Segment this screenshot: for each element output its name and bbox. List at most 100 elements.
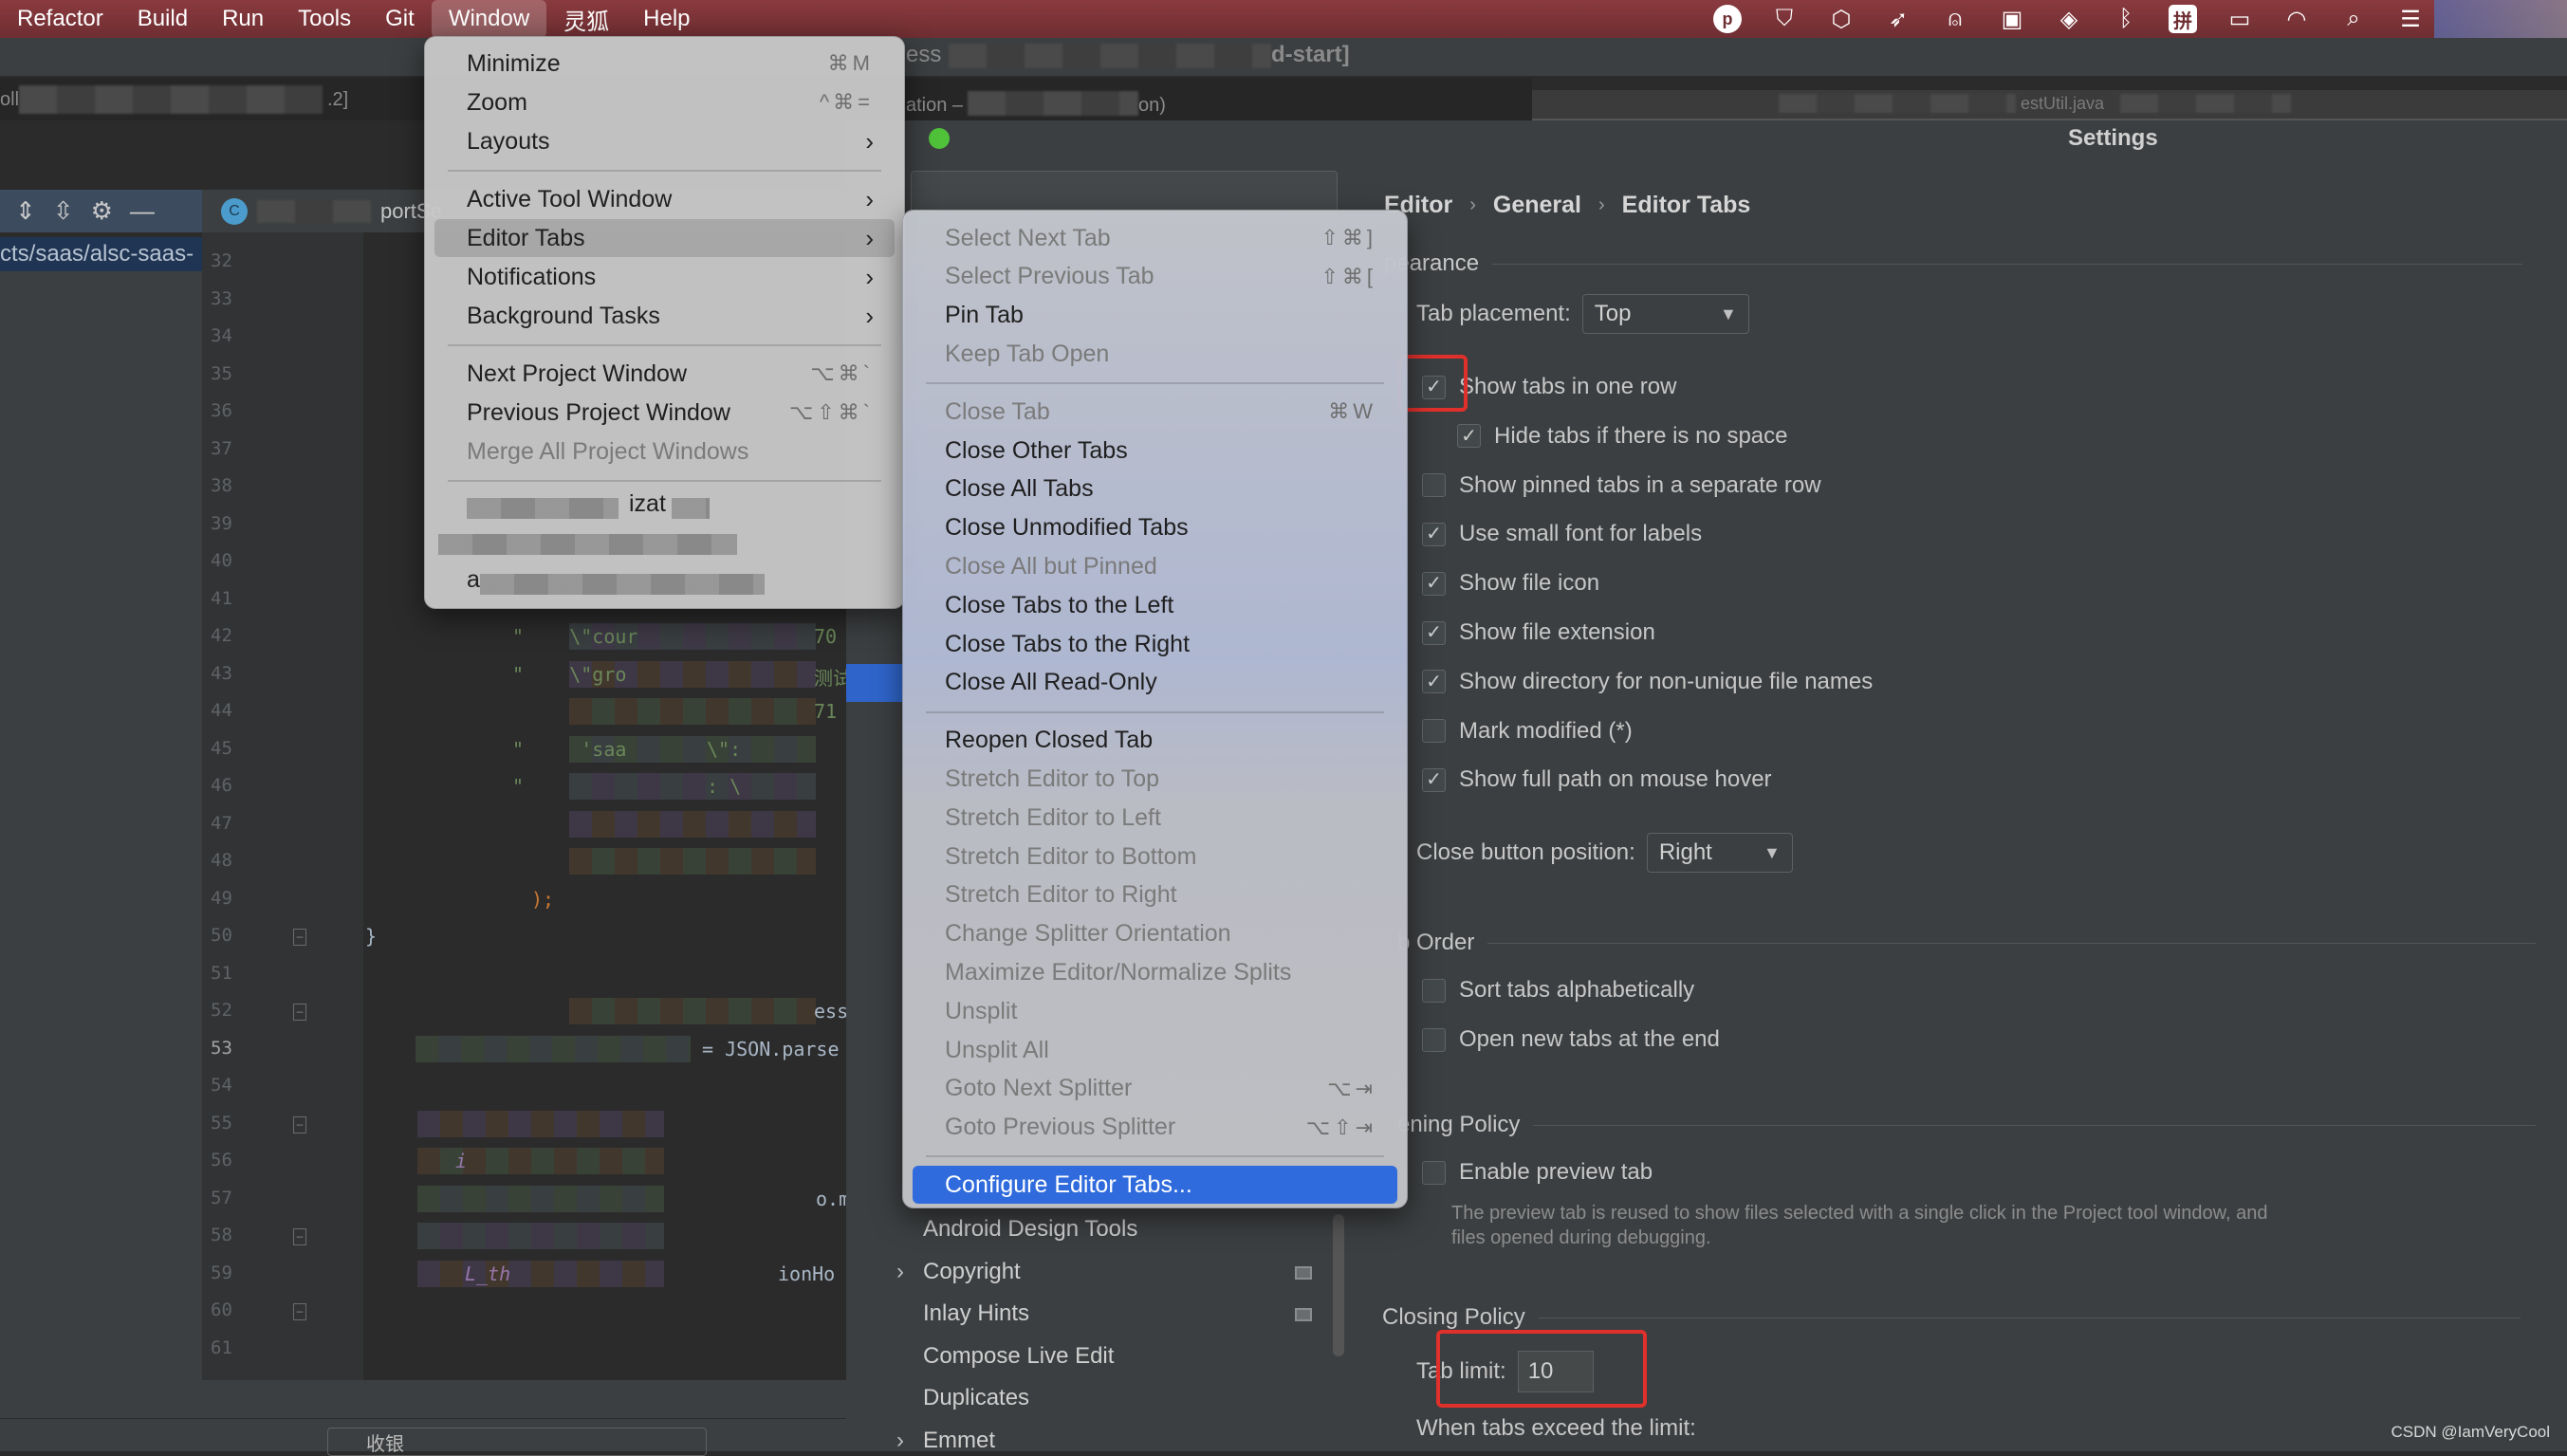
menu-item-notifications[interactable]: Notifications›	[434, 258, 895, 296]
battery-icon[interactable]: ▭	[2225, 5, 2254, 33]
blurred-window-item[interactable]	[438, 534, 737, 555]
menu-window[interactable]: Window	[432, 0, 546, 38]
menu-item-close-other-tabs[interactable]: Close Other Tabs	[913, 432, 1397, 470]
show-pinned-tabs-in-a-separate-row-checkbox[interactable]: Show pinned tabs in a separate row	[1422, 472, 1821, 499]
fold-marker-icon[interactable]: –	[293, 1303, 306, 1320]
tree-item-inlay-hints[interactable]: Inlay Hints	[923, 1300, 1029, 1327]
menu-item-editor-tabs[interactable]: Editor Tabs›	[434, 219, 895, 257]
shield-icon[interactable]: ⛉	[1770, 5, 1799, 33]
terminal-icon[interactable]: ▣	[1998, 5, 2026, 33]
tree-item-duplicates[interactable]: Duplicates	[923, 1385, 1029, 1411]
chevron-right-icon[interactable]: ›	[896, 1428, 904, 1454]
checkbox-label: Use small font for labels	[1459, 521, 1702, 547]
chevron-right-icon[interactable]: ›	[896, 1259, 904, 1285]
sort-tabs-alphabetically-checkbox[interactable]: Sort tabs alphabetically	[1422, 977, 1694, 1004]
menu-git[interactable]: Git	[368, 0, 432, 38]
maximize-window-button[interactable]	[929, 128, 950, 149]
notification-icon[interactable]: ⍝	[1941, 5, 1969, 33]
control-center-icon[interactable]: ☰	[2396, 5, 2425, 33]
checkbox-checked[interactable]: ✓	[1422, 768, 1446, 792]
menu-item-close-tabs-to-the-right[interactable]: Close Tabs to the Right	[913, 625, 1397, 663]
use-small-font-for-labels-checkbox[interactable]: ✓ Use small font for labels	[1422, 521, 1702, 547]
mark-modified-checkbox[interactable]: Mark modified (*)	[1422, 718, 1633, 745]
menu-item-pin-tab[interactable]: Pin Tab	[913, 297, 1397, 335]
checkbox-unchecked[interactable]	[1422, 473, 1446, 497]
menu-item-reopen-closed-tab[interactable]: Reopen Closed Tab	[913, 722, 1397, 760]
menu-item-previous-project-window[interactable]: Previous Project Window⌥⇧⌘`	[434, 394, 895, 432]
menu-item-background-tasks[interactable]: Background Tasks›	[434, 297, 895, 335]
hexagon-icon[interactable]: ⬡	[1827, 5, 1856, 33]
tree-item-compose-live-edit[interactable]: Compose Live Edit	[923, 1343, 1114, 1370]
bluetooth-icon[interactable]: ᛒ	[2112, 5, 2140, 33]
ide-title-prefix: ess	[906, 42, 941, 68]
checkbox-unchecked[interactable]	[1422, 1028, 1446, 1052]
checkbox-checked[interactable]: ✓	[1422, 621, 1446, 645]
menu-item-label: Close Unmodified Tabs	[945, 514, 1376, 542]
tab-placement-dropdown[interactable]: Top ▼	[1582, 294, 1749, 334]
menu-run[interactable]: Run	[205, 0, 281, 38]
menu-item-close-unmodified-tabs[interactable]: Close Unmodified Tabs	[913, 509, 1397, 547]
tree-item-emmet[interactable]: Emmet	[923, 1428, 995, 1454]
menu-item-label: Goto Previous Splitter	[945, 1114, 1306, 1141]
fold-marker-icon[interactable]: –	[293, 1116, 306, 1133]
menu-item-zoom[interactable]: Zoom^⌘=	[434, 83, 895, 121]
code-fragment: 70	[814, 625, 837, 648]
feather-icon[interactable]: ➶	[1884, 5, 1912, 33]
settings-search-input[interactable]	[911, 171, 1338, 214]
checkbox-checked[interactable]: ✓	[1422, 670, 1446, 693]
hide-tabs-if-there-is-no-space-checkbox[interactable]: ✓Hide tabs if there is no space	[1457, 423, 1788, 450]
checkbox-checked[interactable]: ✓	[1422, 572, 1446, 596]
enable-preview-tab-checkbox[interactable]: Enable preview tab	[1422, 1159, 1653, 1186]
breadcrumb-general[interactable]: General	[1493, 192, 1581, 219]
settings-content: Editor › General › Editor Tabs pearance …	[1354, 163, 2567, 1451]
search-icon[interactable]: ⌕	[2339, 5, 2368, 33]
shortcut-label: ⇧⌘[	[1320, 265, 1376, 289]
menu-item-label: Unsplit	[945, 998, 1376, 1025]
project-path[interactable]: cts/saas/alsc-saas-	[0, 237, 202, 271]
fold-marker-icon[interactable]: –	[293, 929, 306, 946]
menu-item-minimize[interactable]: Minimize⌘M	[434, 45, 895, 83]
tree-scrollbar[interactable]	[1333, 1214, 1344, 1356]
menu-item-close-all-read-only[interactable]: Close All Read-Only	[913, 664, 1397, 702]
checkbox-checked[interactable]: ✓	[1457, 424, 1481, 448]
checkbox-unchecked[interactable]	[1422, 979, 1446, 1003]
collapse-all-icon[interactable]: ⇳	[53, 196, 74, 226]
tree-item-android-design-tools[interactable]: Android Design Tools	[923, 1216, 1137, 1243]
menu-item-configure-editor-tabs[interactable]: Configure Editor Tabs...	[913, 1166, 1397, 1204]
input-method-icon[interactable]: 拼	[2169, 5, 2197, 33]
wifi-icon[interactable]: ◠	[2282, 5, 2311, 33]
checkbox-checked[interactable]: ✓	[1422, 523, 1446, 546]
checkbox-unchecked[interactable]	[1422, 1161, 1446, 1185]
find-input[interactable]: 收银	[327, 1428, 707, 1456]
open-new-tabs-at-the-end-checkbox[interactable]: Open new tabs at the end	[1422, 1026, 1720, 1053]
menu-tools[interactable]: Tools	[281, 0, 368, 38]
menu-item-close-tabs-to-the-left[interactable]: Close Tabs to the Left	[913, 586, 1397, 624]
show-directory-for-non-unique-file-names-checkbox[interactable]: ✓Show directory for non-unique file name…	[1422, 669, 1873, 695]
vpn-icon[interactable]: ◈	[2055, 5, 2083, 33]
show-file-icon-checkbox[interactable]: ✓Show file icon	[1422, 570, 1599, 597]
menu-help[interactable]: Help	[626, 0, 707, 38]
show-full-path-on-mouse-hover-checkbox[interactable]: ✓Show full path on mouse hover	[1422, 766, 1772, 793]
section-tab-order: b Order	[1397, 930, 2536, 956]
window-item-prefix[interactable]: a	[467, 566, 480, 594]
minimize-icon[interactable]: —	[130, 196, 155, 226]
checkbox-unchecked[interactable]	[1422, 719, 1446, 743]
menu-item-next-project-window[interactable]: Next Project Window⌥⌘`	[434, 355, 895, 393]
expand-all-icon[interactable]: ⇕	[15, 196, 36, 226]
gear-icon[interactable]: ⚙	[91, 196, 113, 226]
menu-item-close-all-tabs[interactable]: Close All Tabs	[913, 470, 1397, 508]
fold-marker-icon[interactable]: –	[293, 1228, 306, 1245]
close-button-dropdown[interactable]: Right ▼	[1647, 833, 1793, 873]
menu-separator	[448, 344, 881, 346]
menu-build[interactable]: Build	[120, 0, 205, 38]
menu-linghu[interactable]: 灵狐	[546, 0, 626, 38]
show-file-extension-checkbox[interactable]: ✓Show file extension	[1422, 619, 1655, 646]
menu-item-layouts[interactable]: Layouts›	[434, 122, 895, 160]
window-item-fragment[interactable]: izat	[629, 490, 666, 518]
menu-item-active-tool-window[interactable]: Active Tool Window›	[434, 180, 895, 218]
fold-marker-icon[interactable]: –	[293, 1004, 306, 1021]
menu-refactor[interactable]: Refactor	[0, 0, 120, 38]
tree-item-copyright[interactable]: Copyright	[923, 1259, 1021, 1285]
p-badge-icon[interactable]: p	[1713, 5, 1742, 33]
tree-selected-row[interactable]	[846, 664, 903, 702]
